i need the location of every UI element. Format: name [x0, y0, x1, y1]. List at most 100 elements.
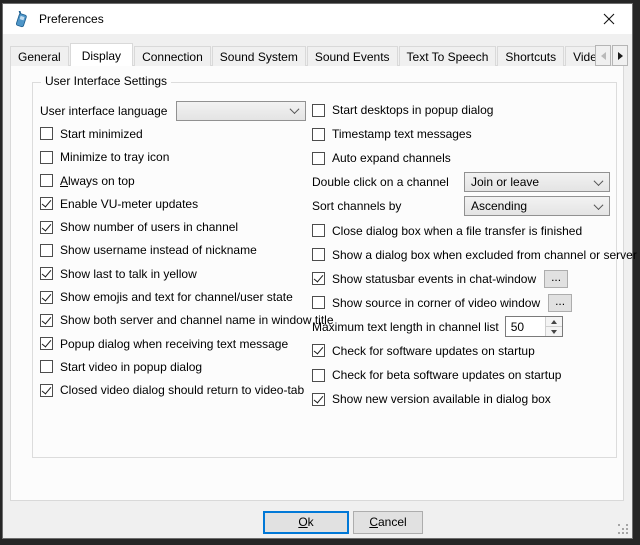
checkbox[interactable] [312, 272, 325, 285]
app-icon [13, 11, 30, 28]
close-icon [603, 13, 615, 25]
checkbox-label: Enable VU-meter updates [60, 197, 198, 211]
tab-scroll-buttons [594, 45, 628, 66]
checkbox[interactable] [40, 197, 53, 210]
checkbox-row[interactable]: Show both server and channel name in win… [40, 309, 306, 332]
checkbox-row[interactable]: Enable VU-meter updates [40, 192, 306, 215]
checkbox-label: Close dialog box when a file transfer is… [332, 224, 582, 238]
tab-scroll-right-button[interactable] [612, 45, 628, 66]
checkbox-label: Show username instead of nickname [60, 243, 257, 257]
language-label: User interface language [40, 104, 176, 118]
checkbox-row[interactable]: Popup dialog when receiving text message [40, 332, 306, 355]
tab-shortcuts[interactable]: Shortcuts [497, 46, 564, 66]
checkbox-label: Popup dialog when receiving text message [60, 337, 288, 351]
sort-channels-value: Ascending [471, 199, 527, 213]
checkbox[interactable] [312, 152, 325, 165]
sort-channels-combobox[interactable]: Ascending [464, 196, 610, 216]
tab-scroll-left-button[interactable] [595, 45, 611, 66]
tab-sound-events[interactable]: Sound Events [307, 46, 398, 66]
triangle-right-icon [618, 52, 623, 60]
close-button[interactable] [586, 4, 632, 34]
checkbox-label: Show both server and channel name in win… [60, 313, 334, 327]
statusbar-events-row[interactable]: Show statusbar events in chat-window ... [312, 267, 612, 291]
triangle-up-icon [551, 320, 557, 324]
statusbar-events-options-button[interactable]: ... [544, 270, 568, 288]
checkbox[interactable] [312, 128, 325, 141]
checkbox-label: Show emojis and text for channel/user st… [60, 290, 293, 304]
checkbox-row[interactable]: Start minimized [40, 122, 306, 145]
tab-connection[interactable]: Connection [134, 46, 211, 66]
checkbox-row[interactable]: Closed video dialog should return to vid… [40, 379, 306, 402]
language-combobox[interactable] [176, 101, 306, 121]
right-column: Start desktops in popup dialog Timestamp… [312, 98, 612, 411]
sort-channels-label: Sort channels by [312, 199, 464, 213]
checkbox-label: Auto expand channels [332, 151, 451, 165]
checkbox[interactable] [312, 393, 325, 406]
checkbox[interactable] [40, 127, 53, 140]
checkbox-row[interactable]: Show new version available in dialog box [312, 387, 612, 411]
double-click-combobox[interactable]: Join or leave [464, 172, 610, 192]
window-title: Preferences [39, 12, 104, 26]
checkbox-label: Show number of users in channel [60, 220, 238, 234]
checkbox-row[interactable]: Show emojis and text for channel/user st… [40, 285, 306, 308]
checkbox[interactable] [40, 360, 53, 373]
max-text-length-value[interactable]: 50 [506, 317, 545, 336]
checkbox-label: Closed video dialog should return to vid… [60, 383, 304, 397]
checkbox-row[interactable]: Close dialog box when a file transfer is… [312, 218, 612, 242]
triangle-down-icon [551, 330, 557, 334]
checkbox[interactable] [40, 174, 53, 187]
checkbox-row[interactable]: Show number of users in channel [40, 215, 306, 238]
spinner-up-button[interactable] [546, 317, 562, 327]
language-row: User interface language [40, 99, 306, 122]
checkbox[interactable] [312, 248, 325, 261]
double-click-row: Double click on a channel Join or leave [312, 170, 612, 194]
title-bar[interactable]: Preferences [3, 4, 632, 34]
video-source-options-button[interactable]: ... [548, 294, 572, 312]
checkbox[interactable] [312, 296, 325, 309]
tab-sound-system[interactable]: Sound System [212, 46, 306, 66]
checkbox[interactable] [40, 291, 53, 304]
checkbox[interactable] [40, 244, 53, 257]
checkbox-row[interactable]: Check for software updates on startup [312, 339, 612, 363]
chevron-down-icon [290, 104, 300, 114]
checkbox-label: Show source in corner of video window [332, 296, 540, 310]
double-click-label: Double click on a channel [312, 175, 464, 189]
cancel-button[interactable]: Cancel [353, 511, 423, 534]
checkbox[interactable] [40, 267, 53, 280]
checkbox-row[interactable]: Start video in popup dialog [40, 355, 306, 378]
checkbox[interactable] [40, 337, 53, 350]
checkbox[interactable] [312, 344, 325, 357]
checkbox-row[interactable]: Start desktops in popup dialog [312, 98, 612, 122]
checkbox-label: Check for software updates on startup [332, 344, 535, 358]
spinner-buttons [545, 317, 562, 336]
spinner-down-button[interactable] [546, 327, 562, 336]
chevron-down-icon [594, 200, 604, 210]
checkbox-label: Start minimized [60, 127, 143, 141]
checkbox[interactable] [312, 104, 325, 117]
checkbox[interactable] [40, 384, 53, 397]
checkbox-label: Always on top [60, 174, 135, 188]
resize-grip-icon[interactable] [617, 523, 628, 534]
max-text-length-spinner[interactable]: 50 [505, 316, 563, 337]
ok-button[interactable]: Ok [263, 511, 349, 534]
sort-channels-row: Sort channels by Ascending [312, 194, 612, 218]
checkbox[interactable] [312, 369, 325, 382]
checkbox-row[interactable]: Auto expand channels [312, 146, 612, 170]
checkbox[interactable] [40, 314, 53, 327]
checkbox-row[interactable]: Show last to talk in yellow [40, 262, 306, 285]
checkbox[interactable] [312, 224, 325, 237]
tab-text-to-speech[interactable]: Text To Speech [399, 46, 497, 66]
checkbox-row[interactable]: Timestamp text messages [312, 122, 612, 146]
tab-display[interactable]: Display [70, 43, 133, 66]
checkbox-row[interactable]: Show a dialog box when excluded from cha… [312, 243, 612, 267]
tab-general[interactable]: General [10, 46, 69, 66]
checkbox-row[interactable]: Always on top [40, 169, 306, 192]
checkbox-label: Check for beta software updates on start… [332, 368, 561, 382]
checkbox-row[interactable]: Check for beta software updates on start… [312, 363, 612, 387]
checkbox-row[interactable]: Show username instead of nickname [40, 239, 306, 262]
video-source-row[interactable]: Show source in corner of video window ..… [312, 291, 612, 315]
checkbox-label: Start video in popup dialog [60, 360, 202, 374]
checkbox[interactable] [40, 221, 53, 234]
checkbox[interactable] [40, 151, 53, 164]
checkbox-row[interactable]: Minimize to tray icon [40, 146, 306, 169]
